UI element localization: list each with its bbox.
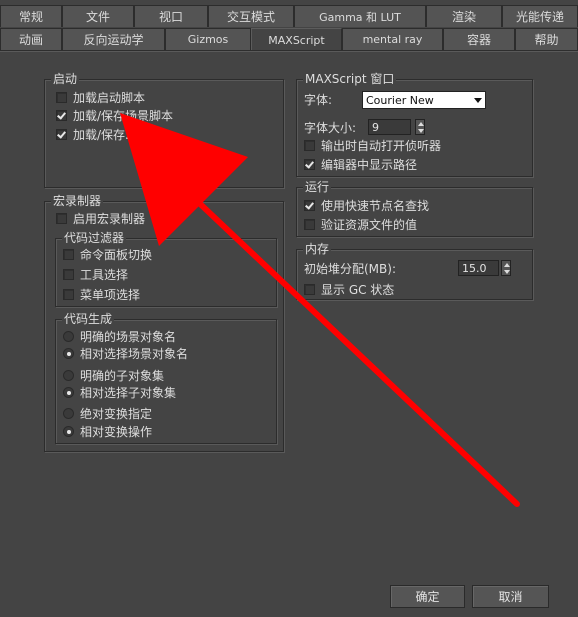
radio-label: 明确的子对象集 <box>80 368 165 383</box>
tool-selection-checkbox[interactable]: 工具选择 <box>63 266 128 282</box>
maxscript-window-legend: MAXScript 窗口 <box>303 71 397 87</box>
tab-maxscript[interactable]: MAXScript <box>251 28 342 51</box>
tab-row-1: 常规 文件 视口 交互模式 Gamma 和 LUT 渲染 光能传递 <box>0 5 578 27</box>
selection-relative-scene-object-names-radio[interactable]: 相对选择场景对象名 <box>63 345 188 361</box>
tab-gizmos[interactable]: Gizmos <box>165 28 251 50</box>
spinner-down-icon[interactable] <box>504 270 510 274</box>
checkbox-box[interactable] <box>304 283 315 295</box>
selection-relative-subobject-sets-radio[interactable]: 相对选择子对象集 <box>63 384 176 400</box>
checkbox-label: 编辑器中显示路径 <box>321 157 418 172</box>
font-dropdown-value: Courier New <box>366 93 434 107</box>
font-size-label: 字体大小: <box>304 120 357 135</box>
tab-general[interactable]: 常规 <box>0 5 62 27</box>
radio-button[interactable] <box>63 425 74 437</box>
checkbox-box[interactable] <box>63 268 74 280</box>
verify-resource-values-checkbox[interactable]: 验证资源文件的值 <box>304 216 417 232</box>
font-size-input[interactable]: 9 <box>368 119 411 135</box>
checkbox-box[interactable] <box>304 139 315 151</box>
radio-button[interactable] <box>63 347 74 359</box>
command-panel-switch-checkbox[interactable]: 命令面板切换 <box>63 246 152 262</box>
checkbox-box[interactable] <box>304 199 315 211</box>
tab-files[interactable]: 文件 <box>62 5 134 27</box>
checkbox-label: 命令面板切换 <box>80 247 153 262</box>
radio-button[interactable] <box>63 369 74 381</box>
radio-label: 相对选择子对象集 <box>80 385 177 400</box>
initial-heap-spinner[interactable] <box>501 260 511 276</box>
explicit-scene-object-names-radio[interactable]: 明确的场景对象名 <box>63 328 176 344</box>
enable-macro-recorder-checkbox[interactable]: 启用宏录制器 <box>56 210 145 226</box>
tab-rendering[interactable]: 渲染 <box>426 5 502 27</box>
startup-legend: 启动 <box>51 71 80 87</box>
checkbox-label: 验证资源文件的值 <box>321 217 418 232</box>
radio-button[interactable] <box>63 407 74 419</box>
checkbox-box[interactable] <box>56 91 67 103</box>
relative-transforms-radio[interactable]: 相对变换操作 <box>63 423 152 439</box>
macro-recorder-legend: 宏录制器 <box>51 193 104 209</box>
checkbox-label: 加载启动脚本 <box>73 90 146 105</box>
tab-mental-ray[interactable]: mental ray <box>342 28 443 50</box>
tab-row-2: 动画 反向运动学 Gizmos MAXScript mental ray 容器 … <box>0 28 578 51</box>
panel-border-highlight <box>0 51 578 52</box>
radio-label: 相对选择场景对象名 <box>80 346 189 361</box>
radio-button[interactable] <box>63 386 74 398</box>
cancel-button[interactable]: 取消 <box>472 585 549 608</box>
code-generation-legend: 代码生成 <box>62 311 115 327</box>
show-path-in-editor-checkbox[interactable]: 编辑器中显示路径 <box>304 156 417 172</box>
tab-containers[interactable]: 容器 <box>443 28 515 50</box>
checkbox-label: 启用宏录制器 <box>73 211 146 226</box>
tab-viewports[interactable]: 视口 <box>134 5 208 27</box>
spinner-down-icon[interactable] <box>418 129 424 133</box>
checkbox-box[interactable] <box>56 212 67 224</box>
ok-button[interactable]: 确定 <box>390 585 465 608</box>
tab-gamma-lut[interactable]: Gamma 和 LUT <box>294 5 426 27</box>
load-save-persistent-scripts-checkbox[interactable]: 加载/保存...脚本 <box>56 126 161 142</box>
checkbox-label: 显示 GC 状态 <box>321 282 395 297</box>
radio-button[interactable] <box>63 330 74 342</box>
radio-label: 相对变换操作 <box>80 424 153 439</box>
tab-radiosity[interactable]: 光能传递 <box>502 5 578 27</box>
checkbox-label: 加载/保存场景脚本 <box>73 108 174 123</box>
radio-label: 明确的场景对象名 <box>80 329 177 344</box>
radio-label: 绝对变换指定 <box>80 406 153 421</box>
checkbox-label: 加载/保存...脚本 <box>73 127 161 142</box>
auto-open-listener-checkbox[interactable]: 输出时自动打开侦听器 <box>304 137 441 153</box>
checkbox-box[interactable] <box>304 158 315 170</box>
absolute-transform-assignments-radio[interactable]: 绝对变换指定 <box>63 405 152 421</box>
tab-animation[interactable]: 动画 <box>0 28 62 50</box>
memory-legend: 内存 <box>303 241 332 257</box>
checkbox-label: 菜单项选择 <box>80 287 141 302</box>
checkbox-box[interactable] <box>63 248 74 260</box>
checkbox-box[interactable] <box>304 218 315 230</box>
code-filter-legend: 代码过滤器 <box>62 230 127 246</box>
spinner-up-icon[interactable] <box>504 263 510 267</box>
run-legend: 运行 <box>303 179 332 195</box>
show-gc-status-checkbox[interactable]: 显示 GC 状态 <box>304 281 394 297</box>
initial-heap-label: 初始堆分配(MB): <box>304 261 396 276</box>
font-label: 字体: <box>304 92 333 107</box>
checkbox-box[interactable] <box>56 109 67 121</box>
font-size-spinner[interactable] <box>415 119 425 135</box>
tab-help[interactable]: 帮助 <box>515 28 578 50</box>
menu-item-selection-checkbox[interactable]: 菜单项选择 <box>63 286 140 302</box>
initial-heap-input[interactable]: 15.0 <box>458 260 499 276</box>
checkbox-box[interactable] <box>63 288 74 300</box>
font-dropdown[interactable]: Courier New <box>362 91 486 109</box>
explicit-subobject-sets-radio[interactable]: 明确的子对象集 <box>63 367 164 383</box>
load-startup-scripts-checkbox[interactable]: 加载启动脚本 <box>56 89 145 105</box>
spinner-up-icon[interactable] <box>418 122 424 126</box>
checkbox-label: 使用快速节点名查找 <box>321 198 430 213</box>
tab-interaction-mode[interactable]: 交互模式 <box>208 5 294 27</box>
tab-inverse-kinematics[interactable]: 反向运动学 <box>62 28 165 50</box>
checkbox-label: 输出时自动打开侦听器 <box>321 138 442 153</box>
checkbox-box[interactable] <box>56 128 67 140</box>
load-save-scene-scripts-checkbox[interactable]: 加载/保存场景脚本 <box>56 107 173 123</box>
checkbox-label: 工具选择 <box>80 267 129 282</box>
fast-node-name-lookup-checkbox[interactable]: 使用快速节点名查找 <box>304 197 429 213</box>
chevron-down-icon[interactable] <box>474 98 482 103</box>
